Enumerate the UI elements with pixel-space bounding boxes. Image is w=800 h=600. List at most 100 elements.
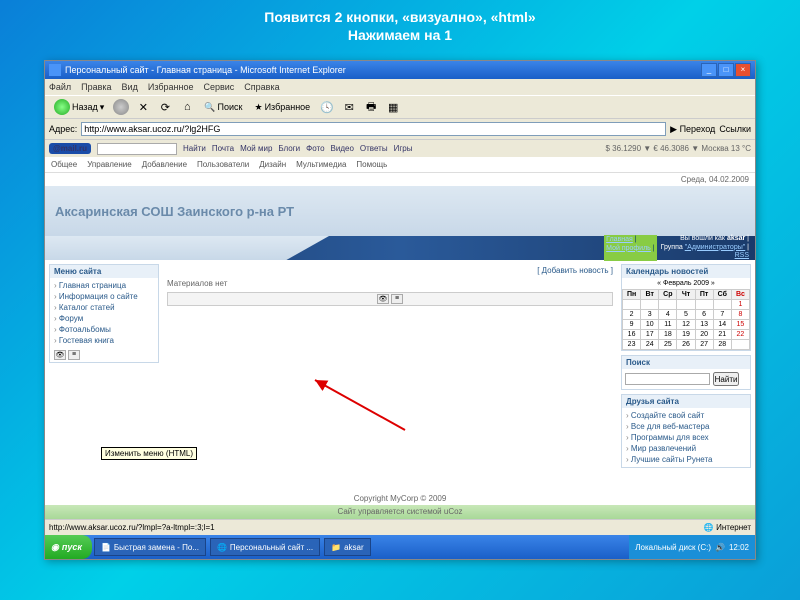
search-button[interactable]: 🔍Поиск xyxy=(199,97,247,117)
slide-title: Появится 2 кнопки, «визуално», «html» На… xyxy=(0,0,800,48)
login-panel: Главная | Мой профиль | Вы вошли как aks… xyxy=(604,235,749,260)
home-button[interactable]: ⌂ xyxy=(177,97,197,117)
ie-icon xyxy=(49,64,61,76)
tray-disk[interactable]: Локальный диск (С:) xyxy=(635,543,711,552)
mailru-logo[interactable]: @mail.ru xyxy=(49,143,91,154)
menu-item-home[interactable]: Главная страница xyxy=(54,280,154,291)
mailru-blogs[interactable]: Блоги xyxy=(278,144,300,153)
tray-clock: 12:02 xyxy=(729,543,749,552)
calendar-month[interactable]: « Февраль 2009 » xyxy=(622,278,750,289)
task-item-3[interactable]: 📁aksar xyxy=(324,538,371,556)
forward-button[interactable] xyxy=(111,97,131,117)
refresh-button[interactable]: ⟳ xyxy=(155,97,175,117)
favorites-button[interactable]: ★Избранное xyxy=(250,97,316,117)
mailru-find[interactable]: Найти xyxy=(183,144,206,153)
tray-icon[interactable]: 🔊 xyxy=(715,543,725,552)
mailru-toolbar: @mail.ru Найти Почта Мой мир Блоги Фото … xyxy=(45,139,755,157)
add-news-link[interactable]: [ Добавить новость ] xyxy=(537,266,613,275)
admin-users[interactable]: Пользователи xyxy=(197,160,249,169)
menu-item-articles[interactable]: Каталог статей xyxy=(54,302,154,313)
browser-menubar: Файл Правка Вид Избранное Сервис Справка xyxy=(45,79,755,95)
ucoz-footer: Сайт управляется системой uCoz xyxy=(45,505,755,519)
links-label[interactable]: Ссылки xyxy=(719,124,751,134)
mailru-video[interactable]: Видео xyxy=(331,144,354,153)
menu-edit[interactable]: Правка xyxy=(81,82,111,92)
visual-mode-button[interactable]: 👁 xyxy=(54,350,66,360)
header-wave: Главная | Мой профиль | Вы вошли как aks… xyxy=(45,236,755,260)
browser-statusbar: http://www.aksar.ucoz.ru/?lmpl=?a-ltmpl=… xyxy=(45,519,755,535)
browser-toolbar: Назад ▾ ✕ ⟳ ⌂ 🔍Поиск ★Избранное 🕓 ✉ 🖶 ▦ xyxy=(45,95,755,119)
menu-item-info[interactable]: Информация о сайте xyxy=(54,291,154,302)
menu-item-forum[interactable]: Форум xyxy=(54,313,154,324)
content-visual-button[interactable]: 👁 xyxy=(377,294,389,304)
friend-link-1[interactable]: Создайте свой сайт xyxy=(626,410,746,421)
mailru-photo[interactable]: Фото xyxy=(306,144,324,153)
window-titlebar: Персональный сайт - Главная страница - M… xyxy=(45,61,755,79)
annotation-arrow xyxy=(305,375,415,435)
link-rss[interactable]: RSS xyxy=(735,252,749,259)
menu-help[interactable]: Справка xyxy=(244,82,279,92)
admin-add[interactable]: Добавление xyxy=(142,160,187,169)
browser-window: Персональный сайт - Главная страница - M… xyxy=(44,60,756,560)
menu-item-photos[interactable]: Фотоальбомы xyxy=(54,324,154,335)
menu-view[interactable]: Вид xyxy=(122,82,138,92)
search-block: Поиск Найти xyxy=(621,355,751,390)
admin-general[interactable]: Общее xyxy=(51,160,77,169)
maximize-button[interactable]: □ xyxy=(718,63,734,77)
minimize-button[interactable]: _ xyxy=(701,63,717,77)
current-date: Среда, 04.02.2009 xyxy=(45,173,755,186)
print-button[interactable]: 🖶 xyxy=(361,97,381,117)
calendar-title: Календарь новостей xyxy=(622,265,750,278)
link-group[interactable]: "Администраторы" xyxy=(685,244,746,251)
status-url: http://www.aksar.ucoz.ru/?lmpl=?a-ltmpl=… xyxy=(49,523,704,532)
back-button[interactable]: Назад ▾ xyxy=(49,97,109,117)
history-button[interactable]: 🕓 xyxy=(317,97,337,117)
mailru-mail[interactable]: Почта xyxy=(212,144,234,153)
url-input[interactable] xyxy=(81,122,666,136)
mailru-search-input[interactable] xyxy=(97,143,177,155)
no-materials-label: Материалов нет xyxy=(163,277,617,290)
calendar-block: Календарь новостей « Февраль 2009 » ПнВт… xyxy=(621,264,751,351)
start-button[interactable]: ◉ пуск xyxy=(45,535,92,559)
search-button[interactable]: Найти xyxy=(713,372,740,386)
friend-link-5[interactable]: Лучшие сайты Рунета xyxy=(626,454,746,465)
address-bar: Адрес: ▶ Переход Ссылки xyxy=(45,119,755,139)
friend-link-2[interactable]: Все для веб-мастера xyxy=(626,421,746,432)
mailru-games[interactable]: Игры xyxy=(394,144,413,153)
friend-link-3[interactable]: Программы для всех xyxy=(626,432,746,443)
go-button[interactable]: ▶ Переход xyxy=(670,124,715,135)
menu-favorites[interactable]: Избранное xyxy=(148,82,194,92)
content-toolbar: 👁 ≡ xyxy=(167,292,613,306)
page-content: Общее Управление Добавление Пользователи… xyxy=(45,157,755,519)
ucoz-admin-menu: Общее Управление Добавление Пользователи… xyxy=(45,157,755,173)
content-html-button[interactable]: ≡ xyxy=(391,294,403,304)
address-label: Адрес: xyxy=(49,124,77,134)
link-profile[interactable]: Мой профиль xyxy=(606,245,651,252)
task-item-2[interactable]: 🌐Персональный сайт ... xyxy=(210,538,320,556)
task-item-1[interactable]: 📄Быстрая замена - По... xyxy=(94,538,206,556)
html-mode-button[interactable]: ≡ xyxy=(68,350,80,360)
edit-button[interactable]: ▦ xyxy=(383,97,403,117)
mailru-world[interactable]: Мой мир xyxy=(240,144,272,153)
mailru-rates: $ 36.1290 ▼ € 46.3086 ▼ Москва 13 °C xyxy=(605,144,751,153)
friends-block: Друзья сайта Создайте свой сайт Все для … xyxy=(621,394,751,468)
admin-multimedia[interactable]: Мультимедиа xyxy=(296,160,346,169)
stop-button[interactable]: ✕ xyxy=(133,97,153,117)
search-input[interactable] xyxy=(625,373,710,385)
link-main[interactable]: Главная xyxy=(606,236,633,243)
friends-title: Друзья сайта xyxy=(622,395,750,408)
admin-design[interactable]: Дизайн xyxy=(259,160,286,169)
window-title: Персональный сайт - Главная страница - M… xyxy=(65,65,701,75)
menu-tools[interactable]: Сервис xyxy=(203,82,234,92)
friend-link-4[interactable]: Мир развлечений xyxy=(626,443,746,454)
admin-help[interactable]: Помощь xyxy=(356,160,387,169)
admin-manage[interactable]: Управление xyxy=(87,160,131,169)
mailru-answers[interactable]: Ответы xyxy=(360,144,388,153)
menu-file[interactable]: Файл xyxy=(49,82,71,92)
mail-button[interactable]: ✉ xyxy=(339,97,359,117)
close-button[interactable]: × xyxy=(735,63,751,77)
system-tray: Локальный диск (С:) 🔊 12:02 xyxy=(629,535,755,559)
tooltip-html-mode: Изменить меню (HTML) xyxy=(101,447,197,460)
menu-item-guestbook[interactable]: Гостевая книга xyxy=(54,335,154,346)
copyright: Copyright MyCorp © 2009 xyxy=(45,492,755,505)
